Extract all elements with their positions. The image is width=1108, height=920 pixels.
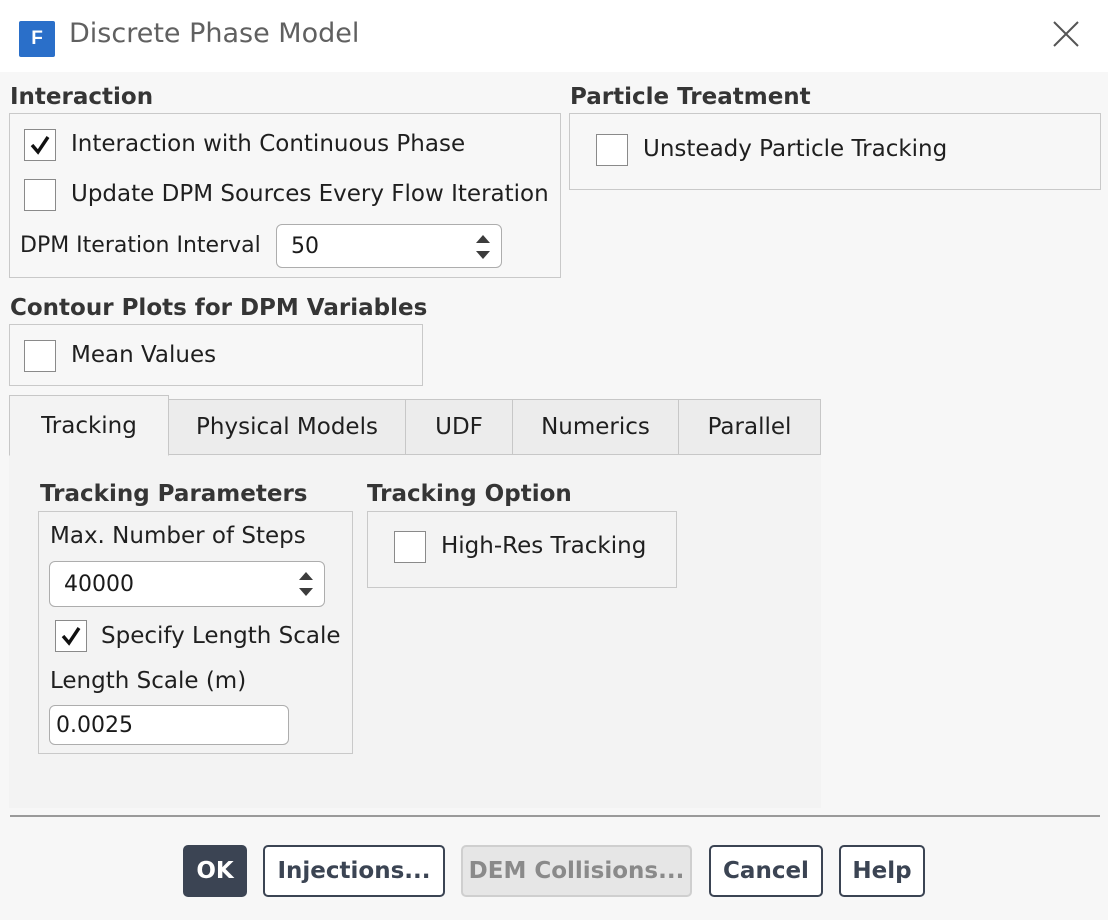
tab-numerics[interactable]: Numerics bbox=[512, 399, 679, 455]
cancel-button[interactable]: Cancel bbox=[709, 845, 823, 897]
close-icon[interactable] bbox=[1048, 16, 1084, 52]
max-steps-input[interactable]: 40000 bbox=[49, 561, 325, 607]
checkmark-icon bbox=[61, 627, 81, 646]
iteration-interval-label: DPM Iteration Interval bbox=[20, 233, 261, 258]
max-steps-label: Max. Number of Steps bbox=[50, 523, 306, 549]
tracking-option-title: Tracking Option bbox=[367, 481, 572, 507]
checkmark-icon bbox=[30, 136, 50, 155]
unsteady-tracking-checkbox[interactable] bbox=[596, 134, 628, 166]
dem-collisions-button[interactable]: DEM Collisions... bbox=[461, 845, 692, 897]
high-res-tracking-checkbox[interactable] bbox=[394, 531, 426, 563]
footer-divider bbox=[10, 815, 1100, 817]
unsteady-tracking-label: Unsteady Particle Tracking bbox=[643, 136, 948, 162]
interaction-continuous-label: Interaction with Continuous Phase bbox=[71, 131, 466, 157]
ok-button[interactable]: OK bbox=[183, 845, 247, 897]
tab-udf[interactable]: UDF bbox=[405, 399, 513, 455]
fluent-app-icon: F bbox=[19, 21, 55, 57]
mean-values-label: Mean Values bbox=[71, 342, 217, 368]
update-sources-label: Update DPM Sources Every Flow Iteration bbox=[71, 181, 549, 207]
specify-length-scale-checkbox[interactable] bbox=[55, 620, 87, 652]
tab-tracking[interactable]: Tracking bbox=[9, 395, 169, 456]
tab-parallel[interactable]: Parallel bbox=[678, 399, 821, 455]
length-scale-input[interactable]: 0.0025 bbox=[49, 705, 289, 745]
interaction-continuous-checkbox[interactable] bbox=[24, 129, 56, 161]
specify-length-scale-label: Specify Length Scale bbox=[101, 623, 341, 649]
iteration-interval-value: 50 bbox=[291, 233, 319, 259]
high-res-tracking-label: High-Res Tracking bbox=[441, 533, 647, 559]
injections-button[interactable]: Injections... bbox=[263, 845, 445, 897]
interaction-group-title: Interaction bbox=[10, 84, 154, 110]
max-steps-value: 40000 bbox=[64, 571, 134, 597]
iteration-interval-input[interactable]: 50 bbox=[276, 224, 502, 268]
mean-values-checkbox[interactable] bbox=[24, 340, 56, 372]
length-scale-label: Length Scale (m) bbox=[50, 668, 247, 694]
tracking-parameters-title: Tracking Parameters bbox=[40, 481, 308, 507]
update-sources-checkbox[interactable] bbox=[24, 179, 56, 211]
spinner-arrows-icon[interactable] bbox=[475, 231, 491, 263]
tab-physical-models[interactable]: Physical Models bbox=[168, 399, 406, 455]
window-title: Discrete Phase Model bbox=[69, 18, 360, 49]
particle-treatment-title: Particle Treatment bbox=[570, 84, 811, 110]
contour-plots-title: Contour Plots for DPM Variables bbox=[10, 295, 428, 321]
length-scale-value: 0.0025 bbox=[56, 712, 133, 738]
spinner-arrows-icon[interactable] bbox=[298, 568, 314, 600]
help-button[interactable]: Help bbox=[839, 845, 925, 897]
